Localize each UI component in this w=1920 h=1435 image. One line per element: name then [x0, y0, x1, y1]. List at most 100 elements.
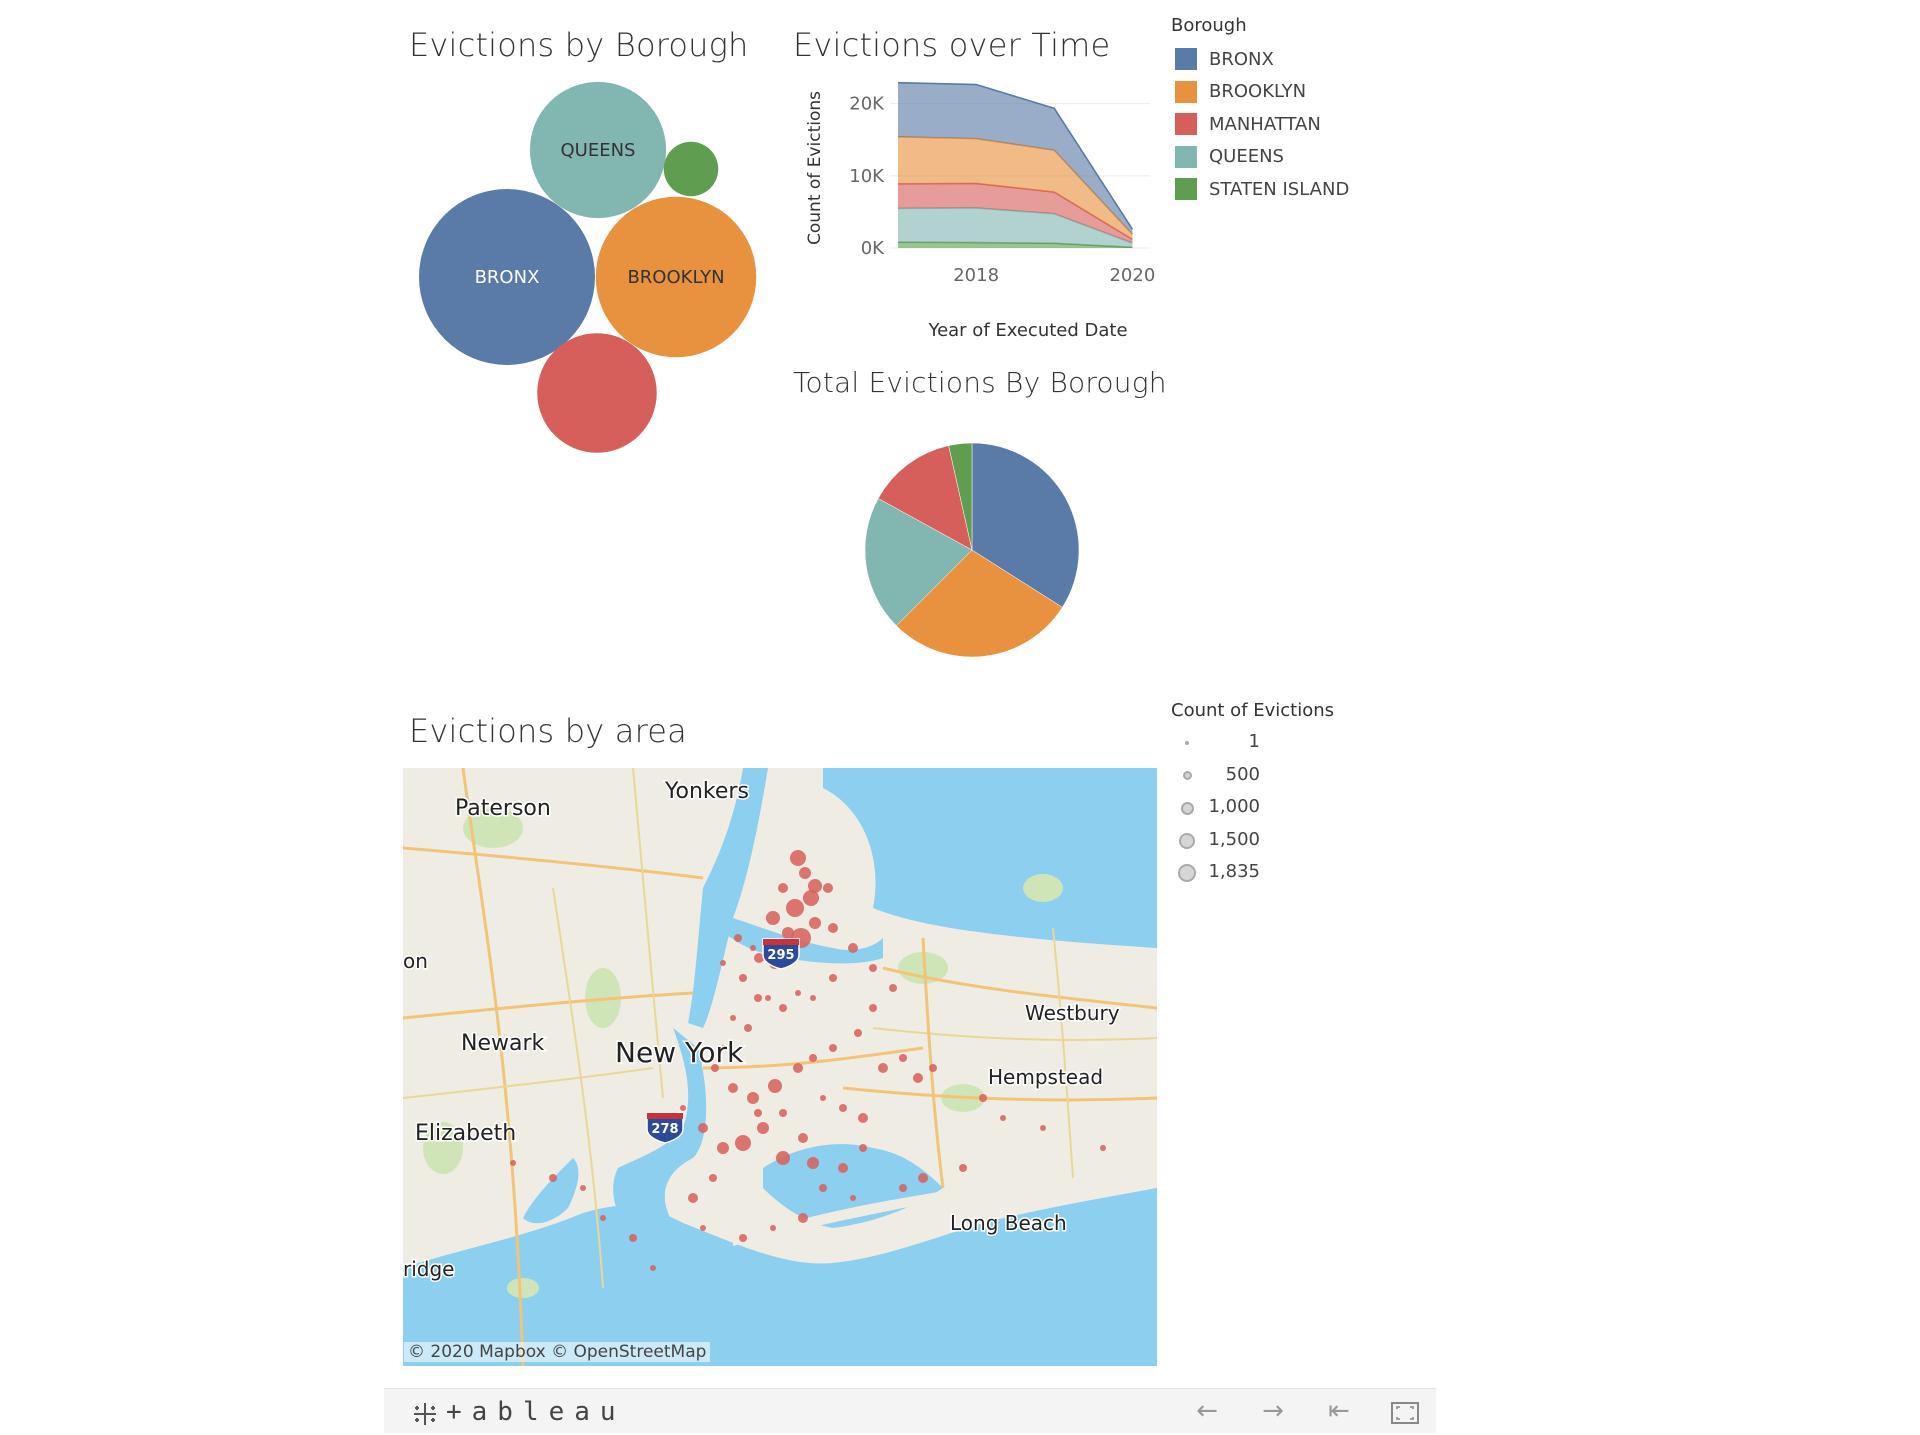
- map-eviction-dot[interactable]: [799, 867, 811, 879]
- map-eviction-dot[interactable]: [744, 1024, 752, 1032]
- map-eviction-dot[interactable]: [698, 1123, 708, 1133]
- forward-arrow-icon[interactable]: →: [1256, 1397, 1290, 1425]
- map-eviction-dot[interactable]: [829, 1044, 837, 1052]
- fullscreen-icon[interactable]: [1388, 1399, 1422, 1427]
- map-eviction-dot[interactable]: [700, 1225, 706, 1231]
- map-eviction-dot[interactable]: [918, 1173, 928, 1183]
- map-eviction-dot[interactable]: [754, 994, 762, 1002]
- map-eviction-dot[interactable]: [600, 1215, 606, 1221]
- map-eviction-dot[interactable]: [754, 1109, 762, 1117]
- size-legend-circle: [1182, 771, 1192, 780]
- map-eviction-dot[interactable]: [770, 1225, 776, 1231]
- map-eviction-dot[interactable]: [580, 1185, 586, 1191]
- map-eviction-dot[interactable]: [807, 1157, 819, 1169]
- map-eviction-dot[interactable]: [728, 1083, 738, 1093]
- map-eviction-dot[interactable]: [798, 1213, 808, 1223]
- map-eviction-dot[interactable]: [823, 883, 833, 893]
- pie-chart-title: Total Evictions By Borough: [793, 366, 1167, 399]
- map-eviction-dot[interactable]: [828, 923, 838, 933]
- map-eviction-dot[interactable]: [810, 995, 816, 1001]
- map-eviction-dot[interactable]: [549, 1174, 557, 1182]
- tableau-logo-text[interactable]: +ableau: [446, 1397, 626, 1427]
- legend-item-staten-island[interactable]: STATEN ISLAND: [1175, 178, 1349, 200]
- map-eviction-dot[interactable]: [734, 934, 742, 942]
- map-eviction-dot[interactable]: [838, 1163, 848, 1173]
- map-eviction-dot[interactable]: [779, 1004, 787, 1012]
- map-eviction-dot[interactable]: [766, 911, 780, 925]
- pie-chart: [864, 442, 1080, 658]
- map-eviction-dot[interactable]: [899, 1184, 907, 1192]
- interstate-shield-icon: 295: [762, 938, 800, 970]
- map-eviction-dot[interactable]: [720, 960, 726, 966]
- map-eviction-dot[interactable]: [778, 883, 788, 893]
- size-legend-label: 500: [1225, 763, 1260, 785]
- map-eviction-dot[interactable]: [739, 974, 747, 982]
- map-eviction-dot[interactable]: [650, 1265, 656, 1271]
- map-eviction-dot[interactable]: [913, 1073, 923, 1083]
- map-eviction-dot[interactable]: [1100, 1145, 1106, 1151]
- map-eviction-dot[interactable]: [629, 1234, 637, 1242]
- map-eviction-dot[interactable]: [839, 1104, 847, 1112]
- map-eviction-dot[interactable]: [803, 890, 819, 906]
- legend-label: QUEENS: [1209, 146, 1284, 167]
- map-eviction-dot[interactable]: [929, 1064, 937, 1072]
- map-eviction-dot[interactable]: [709, 1174, 717, 1182]
- map-eviction-dot[interactable]: [779, 1109, 787, 1117]
- legend-item-bronx[interactable]: BRONX: [1175, 48, 1274, 70]
- bubble-chart: BRONX BROOKLYN QUEENS: [419, 81, 757, 453]
- area-x-axis-label: Year of Executed Date: [927, 320, 1127, 340]
- area-chart-title: Evictions over Time: [793, 26, 1111, 64]
- map-eviction-dot[interactable]: [878, 1063, 888, 1073]
- legend-item-manhattan[interactable]: MANHATTAN: [1175, 113, 1321, 135]
- map-eviction-dot[interactable]: [768, 1079, 782, 1093]
- map-eviction-dot[interactable]: [859, 1144, 867, 1152]
- map-eviction-dot[interactable]: [739, 1234, 747, 1242]
- map-eviction-dot[interactable]: [850, 1195, 856, 1201]
- map-eviction-dot[interactable]: [820, 1095, 826, 1101]
- first-page-icon[interactable]: ⇤: [1322, 1397, 1356, 1425]
- map-eviction-dot[interactable]: [829, 974, 837, 982]
- map-eviction-dot[interactable]: [1000, 1115, 1006, 1121]
- map-eviction-dot[interactable]: [510, 1160, 516, 1166]
- map-eviction-dot[interactable]: [809, 1054, 817, 1062]
- map-eviction-dot[interactable]: [757, 1122, 769, 1134]
- map-eviction-dot[interactable]: [854, 1029, 862, 1037]
- map-eviction-dot[interactable]: [750, 945, 756, 951]
- map-eviction-dot[interactable]: [809, 917, 821, 929]
- map-eviction-dot[interactable]: [786, 899, 804, 917]
- map-eviction-dot[interactable]: [869, 1004, 877, 1012]
- map-eviction-dot[interactable]: [899, 1054, 907, 1062]
- map-eviction-dot[interactable]: [735, 1135, 751, 1151]
- size-legend-circle: [1180, 801, 1194, 815]
- bubble-label-brooklyn: BROOKLYN: [627, 267, 724, 288]
- map-eviction-dot[interactable]: [793, 1063, 803, 1073]
- map-eviction-dot[interactable]: [819, 1184, 827, 1192]
- map-place-label-newark: Newark: [461, 1031, 545, 1056]
- map-eviction-dot[interactable]: [848, 943, 858, 953]
- map-eviction-dot[interactable]: [688, 1193, 698, 1203]
- bubble-manhattan[interactable]: [537, 333, 657, 453]
- map-eviction-dot[interactable]: [717, 1142, 729, 1154]
- map-eviction-dot[interactable]: [858, 1113, 868, 1123]
- map-eviction-dot[interactable]: [979, 1094, 987, 1102]
- map-eviction-dot[interactable]: [730, 1015, 736, 1021]
- eviction-map[interactable]: 295 278 Paterson Yonkers Newark New York Eliza…: [403, 768, 1157, 1366]
- map-eviction-dot[interactable]: [790, 850, 806, 866]
- map-eviction-dot[interactable]: [747, 1092, 759, 1104]
- legend-item-brooklyn[interactable]: BROOKLYN: [1175, 80, 1306, 103]
- map-eviction-dot[interactable]: [680, 1105, 686, 1111]
- legend-item-queens[interactable]: QUEENS: [1175, 145, 1284, 168]
- map-eviction-dot[interactable]: [1040, 1125, 1046, 1131]
- map-eviction-dot[interactable]: [959, 1164, 967, 1172]
- map-eviction-dot[interactable]: [795, 990, 801, 996]
- area-y-tick: 10K: [849, 166, 885, 187]
- size-legend-label: 1: [1248, 731, 1260, 752]
- map-eviction-dot[interactable]: [776, 1151, 790, 1165]
- map-eviction-dot[interactable]: [889, 984, 897, 992]
- bubble-staten-island[interactable]: [663, 141, 719, 197]
- map-eviction-dot[interactable]: [869, 964, 877, 972]
- map-eviction-dot[interactable]: [798, 1133, 808, 1143]
- back-arrow-icon[interactable]: ←: [1190, 1397, 1224, 1425]
- map-eviction-dot[interactable]: [765, 995, 771, 1001]
- size-legend-circle: [1179, 832, 1195, 849]
